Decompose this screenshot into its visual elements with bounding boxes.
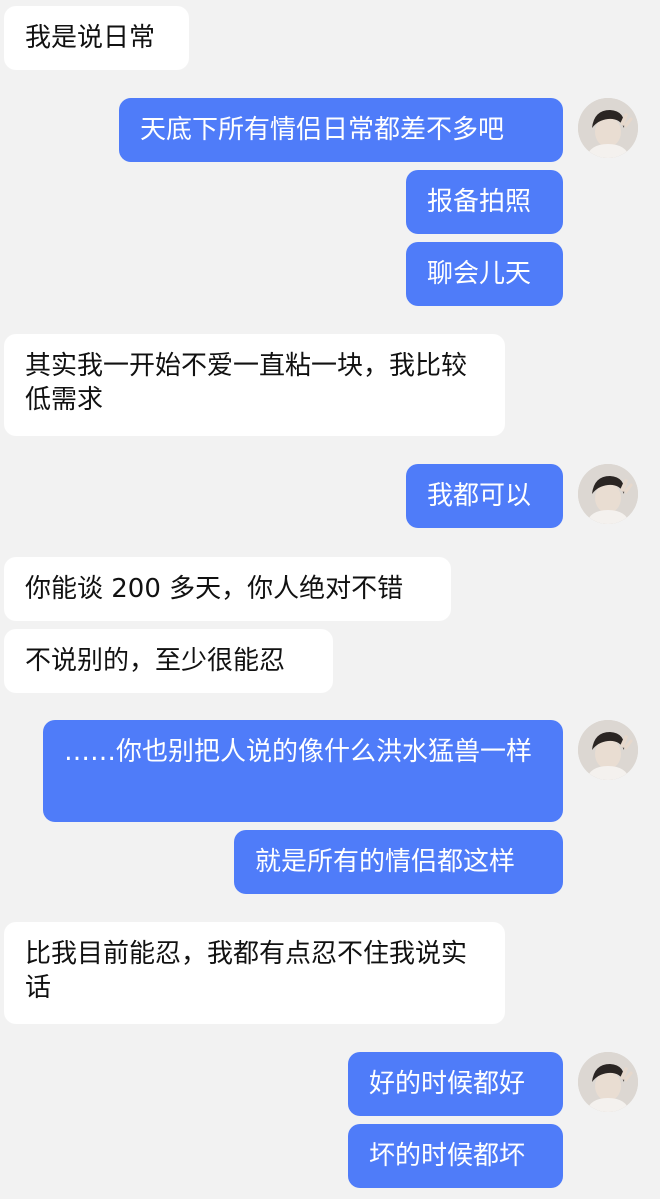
user-avatar-icon[interactable]	[578, 98, 638, 158]
outgoing-message-bubble[interactable]: 聊会儿天	[406, 242, 563, 306]
incoming-message-bubble[interactable]: 不说别的，至少很能忍	[4, 629, 333, 693]
outgoing-message-bubble[interactable]: 天底下所有情侣日常都差不多吧	[119, 98, 563, 162]
outgoing-message-bubble[interactable]: 报备拍照	[406, 170, 563, 234]
outgoing-message-bubble[interactable]: ……你也别把人说的像什么洪水猛兽一样	[43, 720, 563, 822]
outgoing-message-bubble[interactable]: 我都可以	[406, 464, 563, 528]
outgoing-message-bubble[interactable]: 就是所有的情侣都这样	[234, 830, 563, 894]
user-avatar-icon[interactable]	[578, 720, 638, 780]
incoming-message-bubble[interactable]: 我是说日常	[4, 6, 189, 70]
outgoing-message-bubble[interactable]: 坏的时候都坏	[348, 1124, 563, 1188]
incoming-message-bubble[interactable]: 你能谈 200 多天，你人绝对不错	[4, 557, 451, 621]
chat-thread: 我是说日常 天底下所有情侣日常都差不多吧 报备拍照 聊会儿天 其实我一开始不爱一…	[0, 0, 660, 1199]
user-avatar-icon[interactable]	[578, 1052, 638, 1112]
incoming-message-bubble[interactable]: 其实我一开始不爱一直粘一块，我比较低需求	[4, 334, 505, 436]
user-avatar-icon[interactable]	[578, 464, 638, 524]
incoming-message-bubble[interactable]: 比我目前能忍，我都有点忍不住我说实话	[4, 922, 505, 1024]
outgoing-message-bubble[interactable]: 好的时候都好	[348, 1052, 563, 1116]
